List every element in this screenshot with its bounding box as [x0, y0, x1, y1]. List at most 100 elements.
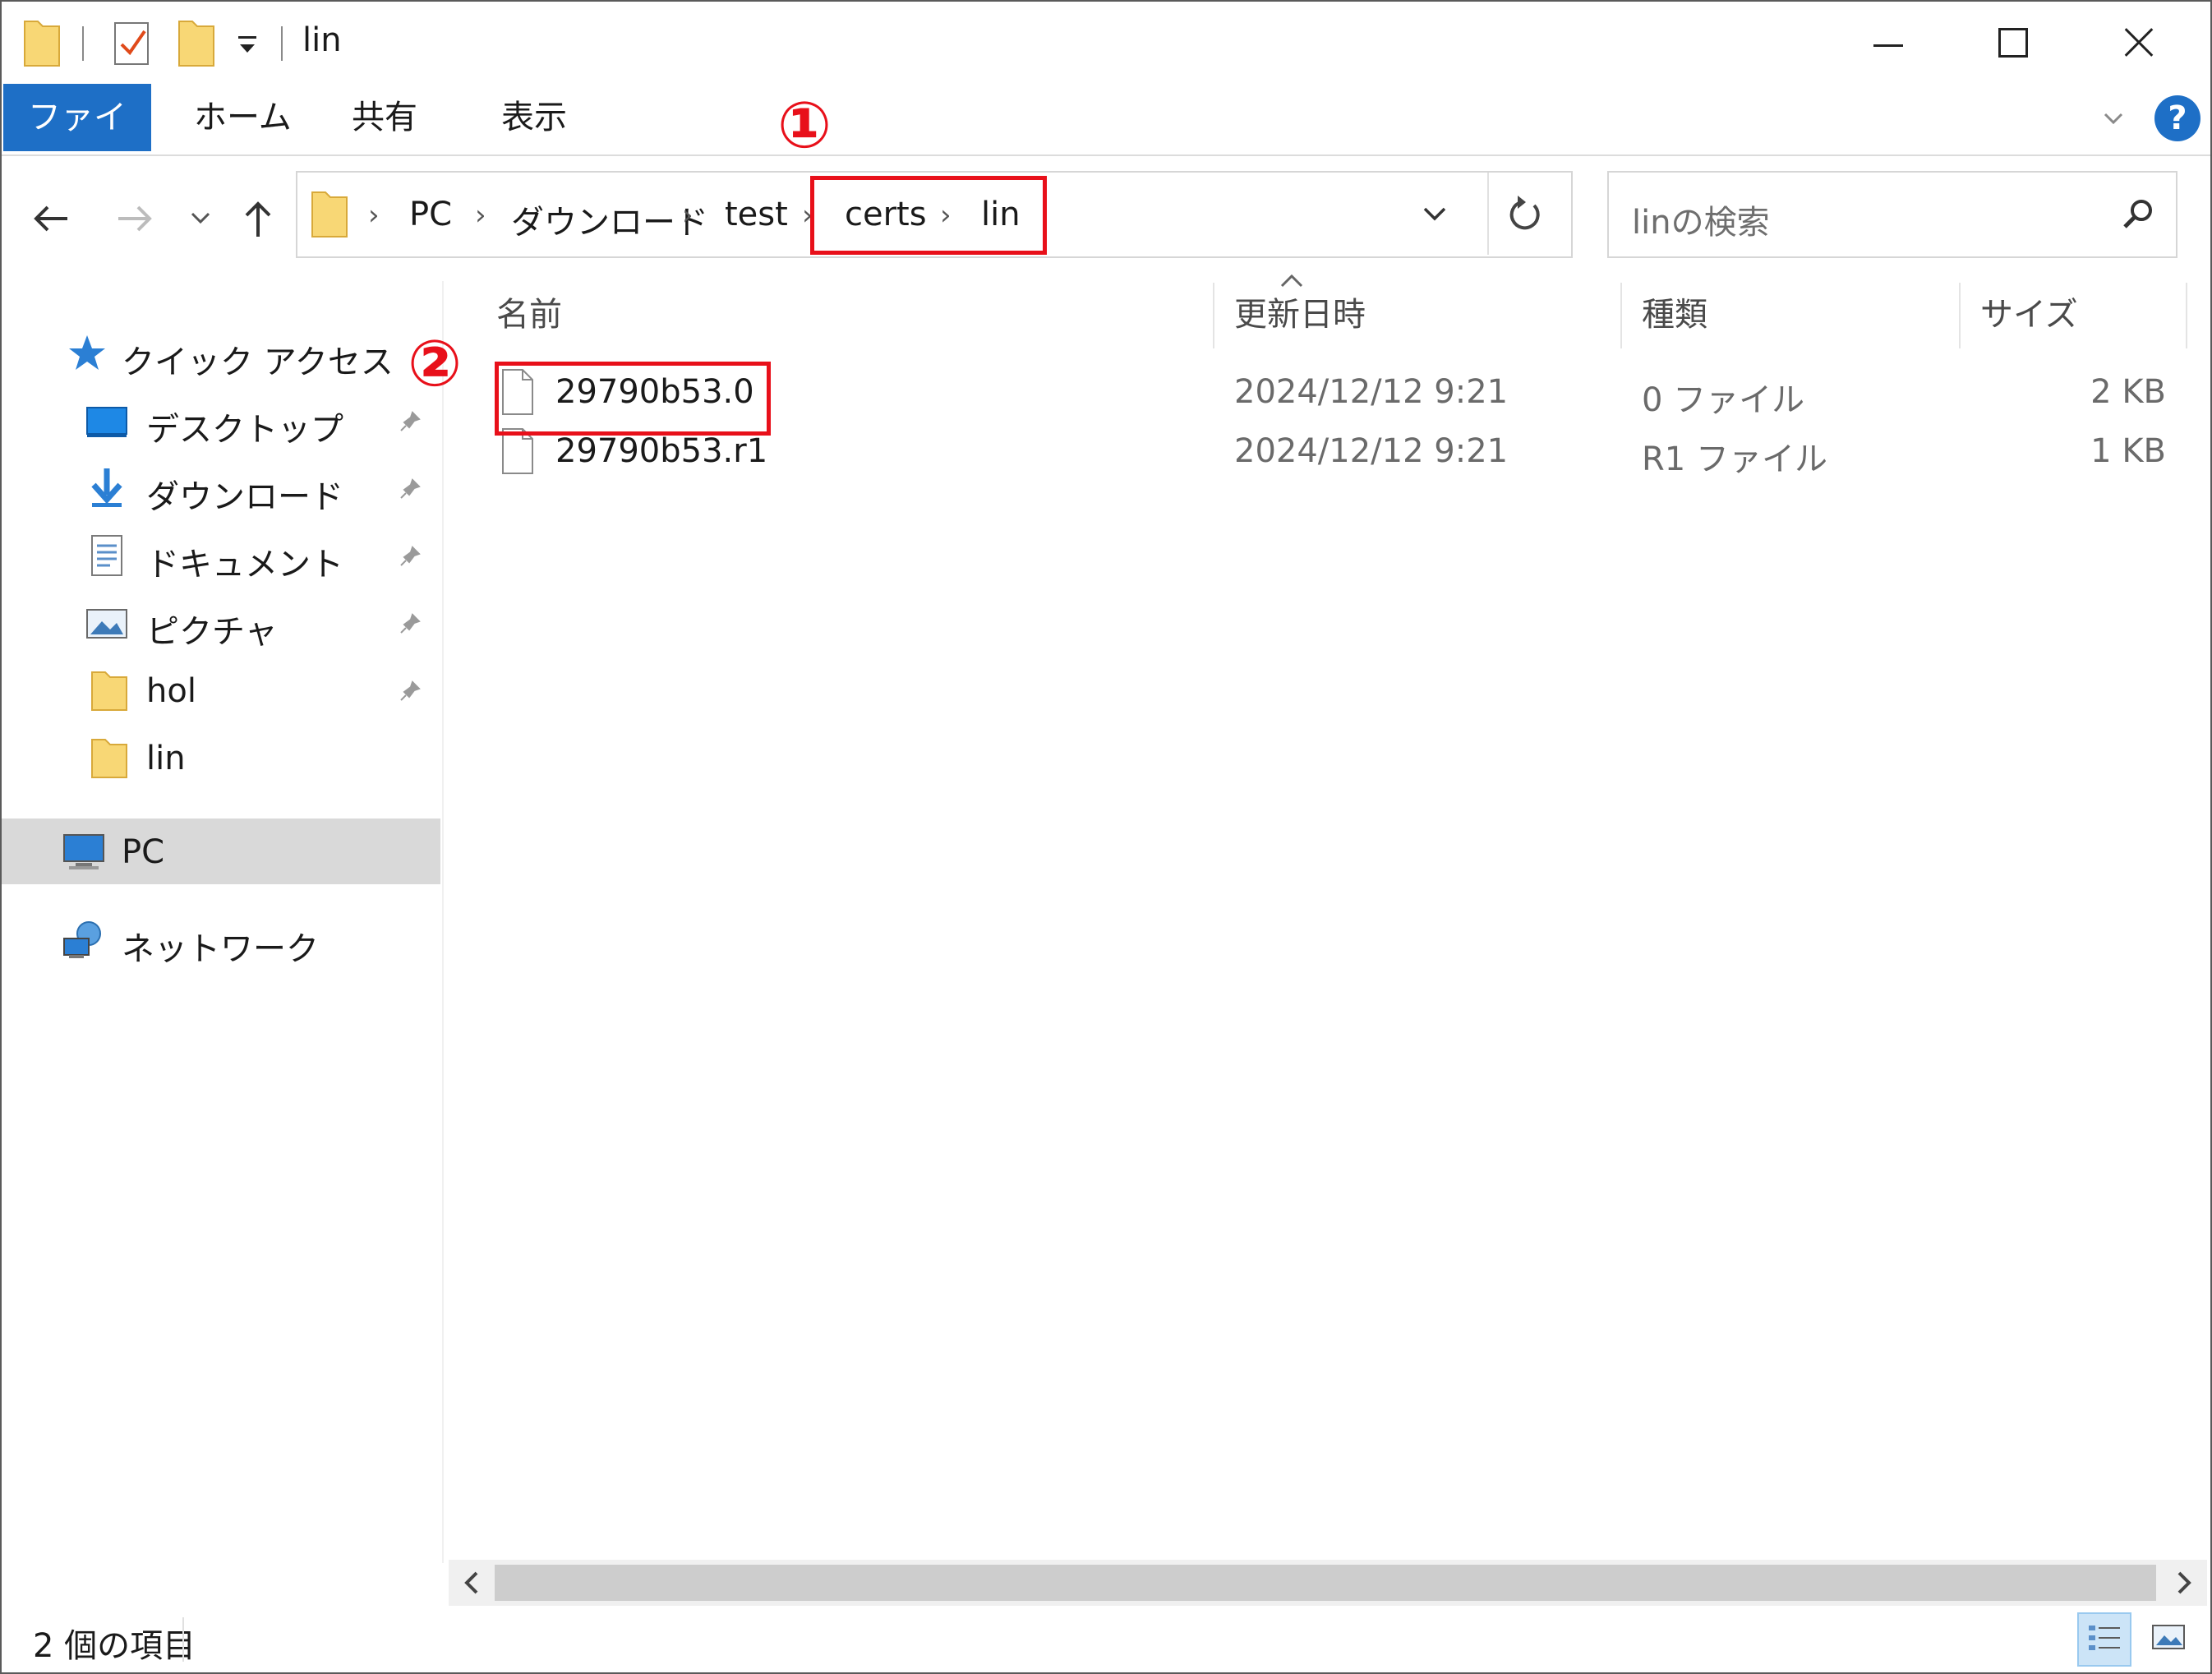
breadcrumb-chevron-icon[interactable]: ›: [475, 199, 486, 232]
scrollbar-thumb[interactable]: [495, 1565, 2156, 1601]
up-arrow-icon[interactable]: [233, 194, 283, 243]
file-list: 名前 更新日時 種類 サイズ 29790b53.0 2024/12/12 9:2…: [445, 273, 2209, 1555]
large-icons-view-icon: [2152, 1625, 2185, 1649]
folder-icon: [91, 739, 127, 778]
search-icon[interactable]: [2118, 194, 2159, 235]
tab-share[interactable]: 共有: [329, 84, 440, 151]
properties-icon[interactable]: [112, 16, 154, 69]
file-type: R1 ファイル: [1642, 440, 1827, 478]
folder-icon: [91, 671, 127, 711]
annotation-box-1: [810, 176, 1047, 255]
quick-access-star-icon: [69, 335, 105, 370]
file-type: 0 ファイル: [1642, 381, 1805, 419]
annotation-number-1: ①: [777, 89, 832, 163]
search-box[interactable]: linの検索: [1607, 171, 2177, 258]
maximize-button[interactable]: [1951, 12, 2074, 74]
address-dropdown-icon[interactable]: [1420, 202, 1449, 227]
status-separator: [182, 1617, 184, 1662]
desktop-icon: [86, 407, 127, 437]
folder-icon[interactable]: [21, 16, 62, 69]
annotation-box-2: [495, 362, 771, 436]
pictures-icon: [86, 609, 127, 639]
horizontal-scrollbar[interactable]: [449, 1560, 2207, 1606]
sidebar-item-documents[interactable]: ドキュメント: [2, 523, 440, 588]
sidebar-item-label: クイック アクセス: [122, 344, 394, 381]
pane-divider[interactable]: [442, 281, 444, 1563]
column-header-date[interactable]: 更新日時: [1234, 288, 1366, 335]
sidebar-item-label: ピクチャ: [146, 613, 278, 651]
qat-separator: [82, 26, 84, 61]
column-separator[interactable]: [1620, 283, 1622, 348]
navigation-pane: クイック アクセス デスクトップ ダウンロード ドキュメント ピクチャ hol …: [2, 281, 440, 1563]
back-arrow-icon[interactable]: [26, 194, 76, 243]
pin-icon[interactable]: [398, 544, 422, 569]
breadcrumb-test[interactable]: test: [725, 196, 788, 233]
sidebar-item-downloads[interactable]: ダウンロード: [2, 455, 440, 521]
breadcrumb-pc[interactable]: PC: [409, 196, 452, 233]
tab-view[interactable]: 表示: [478, 84, 590, 151]
explorer-window: lin ファイル ホーム 共有 表示 ? › PC › ダウンロード › tes…: [0, 0, 2212, 1674]
title-bar: lin: [2, 2, 2210, 84]
refresh-icon[interactable]: [1485, 181, 1567, 248]
scroll-left-icon[interactable]: [457, 1568, 486, 1598]
folder-icon: [311, 191, 348, 237]
sidebar-item-desktop[interactable]: デスクトップ: [2, 388, 440, 454]
recent-locations-icon[interactable]: [184, 194, 217, 243]
column-header-size[interactable]: サイズ: [1980, 288, 2078, 335]
sidebar-item-label: lin: [146, 740, 186, 777]
minimize-button[interactable]: [1826, 12, 1949, 74]
close-button[interactable]: [2076, 12, 2199, 74]
sidebar-item-lin[interactable]: lin: [2, 725, 440, 791]
ribbon-expand-icon[interactable]: [2102, 107, 2125, 130]
network-icon: [63, 921, 101, 958]
download-icon: [91, 468, 122, 507]
item-count: 2 個の項目: [33, 1627, 196, 1665]
scroll-right-icon[interactable]: [2169, 1568, 2199, 1598]
pin-icon[interactable]: [398, 679, 422, 703]
sidebar-item-label: デスクトップ: [146, 411, 343, 449]
column-separator[interactable]: [1213, 283, 1214, 348]
sidebar-item-label: hol: [146, 672, 196, 710]
sidebar-item-pc[interactable]: PC: [2, 819, 440, 884]
pin-icon[interactable]: [398, 409, 422, 434]
sidebar-item-network[interactable]: ネットワーク: [2, 907, 440, 973]
column-separator[interactable]: [1959, 283, 1961, 348]
file-size: 1 KB: [2090, 432, 2166, 470]
column-header-type[interactable]: 種類: [1642, 288, 1707, 335]
column-header-name[interactable]: 名前: [496, 288, 562, 335]
sidebar-item-label: ネットワーク: [122, 930, 319, 968]
sidebar-item-label: ダウンロード: [146, 478, 343, 516]
window-title: lin: [302, 21, 342, 59]
file-name[interactable]: 29790b53.r1: [555, 432, 767, 470]
sidebar-item-quick-access[interactable]: クイック アクセス: [2, 321, 440, 386]
navigation-bar: › PC › ダウンロード › test › certs › lin linの検…: [2, 156, 2210, 279]
file-date: 2024/12/12 9:21: [1234, 432, 1509, 470]
sidebar-item-hol[interactable]: hol: [2, 657, 440, 723]
qat-dropdown-icon[interactable]: [235, 16, 260, 69]
search-placeholder[interactable]: linの検索: [1632, 196, 1770, 243]
breadcrumb-chevron-icon[interactable]: ›: [368, 199, 380, 232]
large-icons-view-button[interactable]: [2143, 1612, 2197, 1667]
column-separator[interactable]: [2186, 283, 2187, 348]
sidebar-item-pictures[interactable]: ピクチャ: [2, 590, 440, 656]
file-size: 2 KB: [2090, 373, 2166, 411]
status-bar: 2 個の項目: [2, 1607, 2210, 1670]
ribbon: ファイル ホーム 共有 表示 ?: [2, 84, 2210, 204]
pin-icon[interactable]: [398, 477, 422, 501]
breadcrumb-downloads[interactable]: ダウンロード: [511, 196, 708, 243]
document-icon: [91, 535, 122, 576]
forward-arrow-icon[interactable]: [110, 194, 159, 243]
pin-icon[interactable]: [398, 611, 422, 636]
sidebar-item-label: ドキュメント: [146, 546, 343, 583]
tab-file[interactable]: ファイル: [3, 84, 151, 204]
new-folder-icon[interactable]: [176, 16, 217, 69]
title-separator: [281, 26, 283, 61]
file-date: 2024/12/12 9:21: [1234, 373, 1509, 411]
tab-home[interactable]: ホーム: [171, 84, 315, 151]
details-view-button[interactable]: [2077, 1612, 2131, 1667]
breadcrumb-chevron-icon[interactable]: ›: [682, 199, 694, 232]
sidebar-item-label: PC: [122, 833, 165, 871]
help-button[interactable]: ?: [2154, 95, 2200, 141]
details-view-icon: [2089, 1626, 2120, 1650]
computer-icon: [63, 834, 104, 869]
